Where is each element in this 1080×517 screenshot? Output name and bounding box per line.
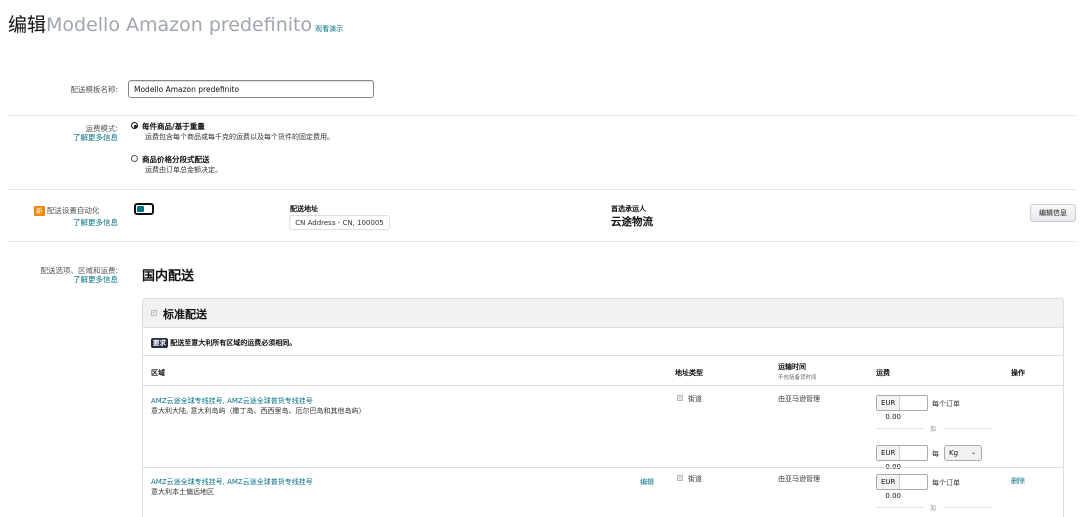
currency-label: EUR <box>877 396 901 410</box>
divider <box>8 241 1076 242</box>
row1-per-label: 每 <box>932 450 939 458</box>
page-title: 编辑Modello Amazon predefinito 观看演示 <box>8 10 343 37</box>
template-name-label: 配送模板名称: <box>70 85 118 94</box>
col-region: 区域 <box>151 369 165 377</box>
unit-value: Kg <box>949 449 959 457</box>
row2-regions: 意大利本土偏远地区 <box>151 488 214 496</box>
col-transit: 运输时间 <box>778 363 806 371</box>
requirement-text: 配送至意大利所有区域的运费必须相同。 <box>170 339 297 347</box>
shipping-mode-learn-more[interactable]: 了解更多信息 <box>8 132 118 143</box>
row1-street-checkbox: ✓ <box>677 395 683 401</box>
divider <box>876 507 924 508</box>
row1-per-order-label: 每个订单 <box>932 400 960 408</box>
standard-checkbox: ✓ <box>151 310 157 316</box>
row2-per-order-fee[interactable]: EUR0.00 <box>876 474 928 500</box>
row1-per-unit-fee[interactable]: EUR0.00 <box>876 445 928 471</box>
automation-toggle[interactable] <box>134 203 154 215</box>
standard-shipping-title: 标准配送 <box>163 308 207 321</box>
row1-plus: 加 <box>930 426 937 433</box>
divider <box>876 428 924 429</box>
row2-carriers[interactable]: AMZ云途全球专线挂号, AMZ云途全球普货专线挂号 <box>151 477 313 487</box>
currency-label: EUR <box>877 475 901 489</box>
address-value: CN Address - CN, 100005 <box>289 215 390 230</box>
radio-per-item-weight[interactable] <box>131 122 138 129</box>
col-transit-sub: 不包括备货时间 <box>778 375 817 381</box>
option-price-tier-desc: 运费由订单总金额决定。 <box>145 166 222 174</box>
row2-delete-link[interactable]: 删除 <box>1011 476 1025 486</box>
standard-shipping-bar <box>142 298 1064 328</box>
fee-value[interactable]: 0.00 <box>877 410 905 424</box>
new-badge: 新 <box>34 206 45 216</box>
row2-address-type: 街道 <box>688 475 702 483</box>
row1-per-order-fee[interactable]: EUR0.00 <box>876 395 928 421</box>
row2-per-order-label: 每个订单 <box>932 479 960 487</box>
col-address-type: 地址类型 <box>675 369 703 377</box>
edit-info-button[interactable]: 编辑信息 <box>1030 204 1076 222</box>
divider <box>143 467 1063 468</box>
watch-demo-link[interactable]: 观看演示 <box>315 25 343 33</box>
divider <box>8 189 1076 190</box>
row1-address-type: 街道 <box>688 395 702 403</box>
requirement-row: 要求 配送至意大利所有区域的运费必须相同。 <box>151 337 296 348</box>
domestic-heading: 国内配送 <box>142 269 195 284</box>
template-name-input[interactable]: Modello Amazon predefinito <box>128 80 374 98</box>
option-per-item-title: 每件商品/基于重量 <box>142 122 205 131</box>
fee-value[interactable]: 0.00 <box>877 489 905 503</box>
row1-regions: 意大利大陆, 意大利岛屿（撒丁岛、西西里岛、厄尔巴岛和其他岛屿） <box>151 407 366 415</box>
row2-plus: 加 <box>930 505 937 512</box>
divider <box>143 385 1063 386</box>
chevron-down-icon: ⌄ <box>970 449 976 456</box>
address-label: 配送地址 <box>290 205 318 213</box>
option-price-tier-title: 商品价格分段式配送 <box>142 155 210 164</box>
row2-street-checkbox: ✓ <box>677 475 683 481</box>
row2-transit: 由亚马逊管理 <box>778 475 820 483</box>
radio-price-tier[interactable] <box>131 155 138 162</box>
divider <box>143 355 1063 356</box>
row2-edit-link[interactable]: 编辑 <box>640 477 654 487</box>
divider <box>943 428 991 429</box>
divider <box>8 115 1076 116</box>
carrier-label: 首选承运人 <box>611 205 646 213</box>
col-fee: 运费 <box>876 369 890 377</box>
requirement-badge: 要求 <box>151 338 168 348</box>
automation-label-wrap: 新 配送设置自动化 <box>34 205 99 216</box>
row1-carriers[interactable]: AMZ云途全球专线挂号, AMZ云途全球普货专线挂号 <box>151 396 313 406</box>
carrier-value: 云途物流 <box>611 216 653 228</box>
automation-learn-more[interactable]: 了解更多信息 <box>8 217 118 228</box>
divider <box>943 507 991 508</box>
row1-transit: 由亚马逊管理 <box>778 395 820 403</box>
col-action: 操作 <box>1011 369 1025 377</box>
unit-select[interactable]: Kg ⌄ <box>944 445 982 461</box>
template-name-title: Modello Amazon predefinito <box>46 14 313 36</box>
options-learn-more[interactable]: 了解更多信息 <box>8 274 118 285</box>
title-prefix: 编辑 <box>8 14 47 36</box>
automation-label: 配送设置自动化 <box>46 206 100 215</box>
option-per-item-desc: 运费包含每个商品或每千克的运费以及每个货件的固定费用。 <box>145 133 334 141</box>
currency-label: EUR <box>877 446 901 460</box>
